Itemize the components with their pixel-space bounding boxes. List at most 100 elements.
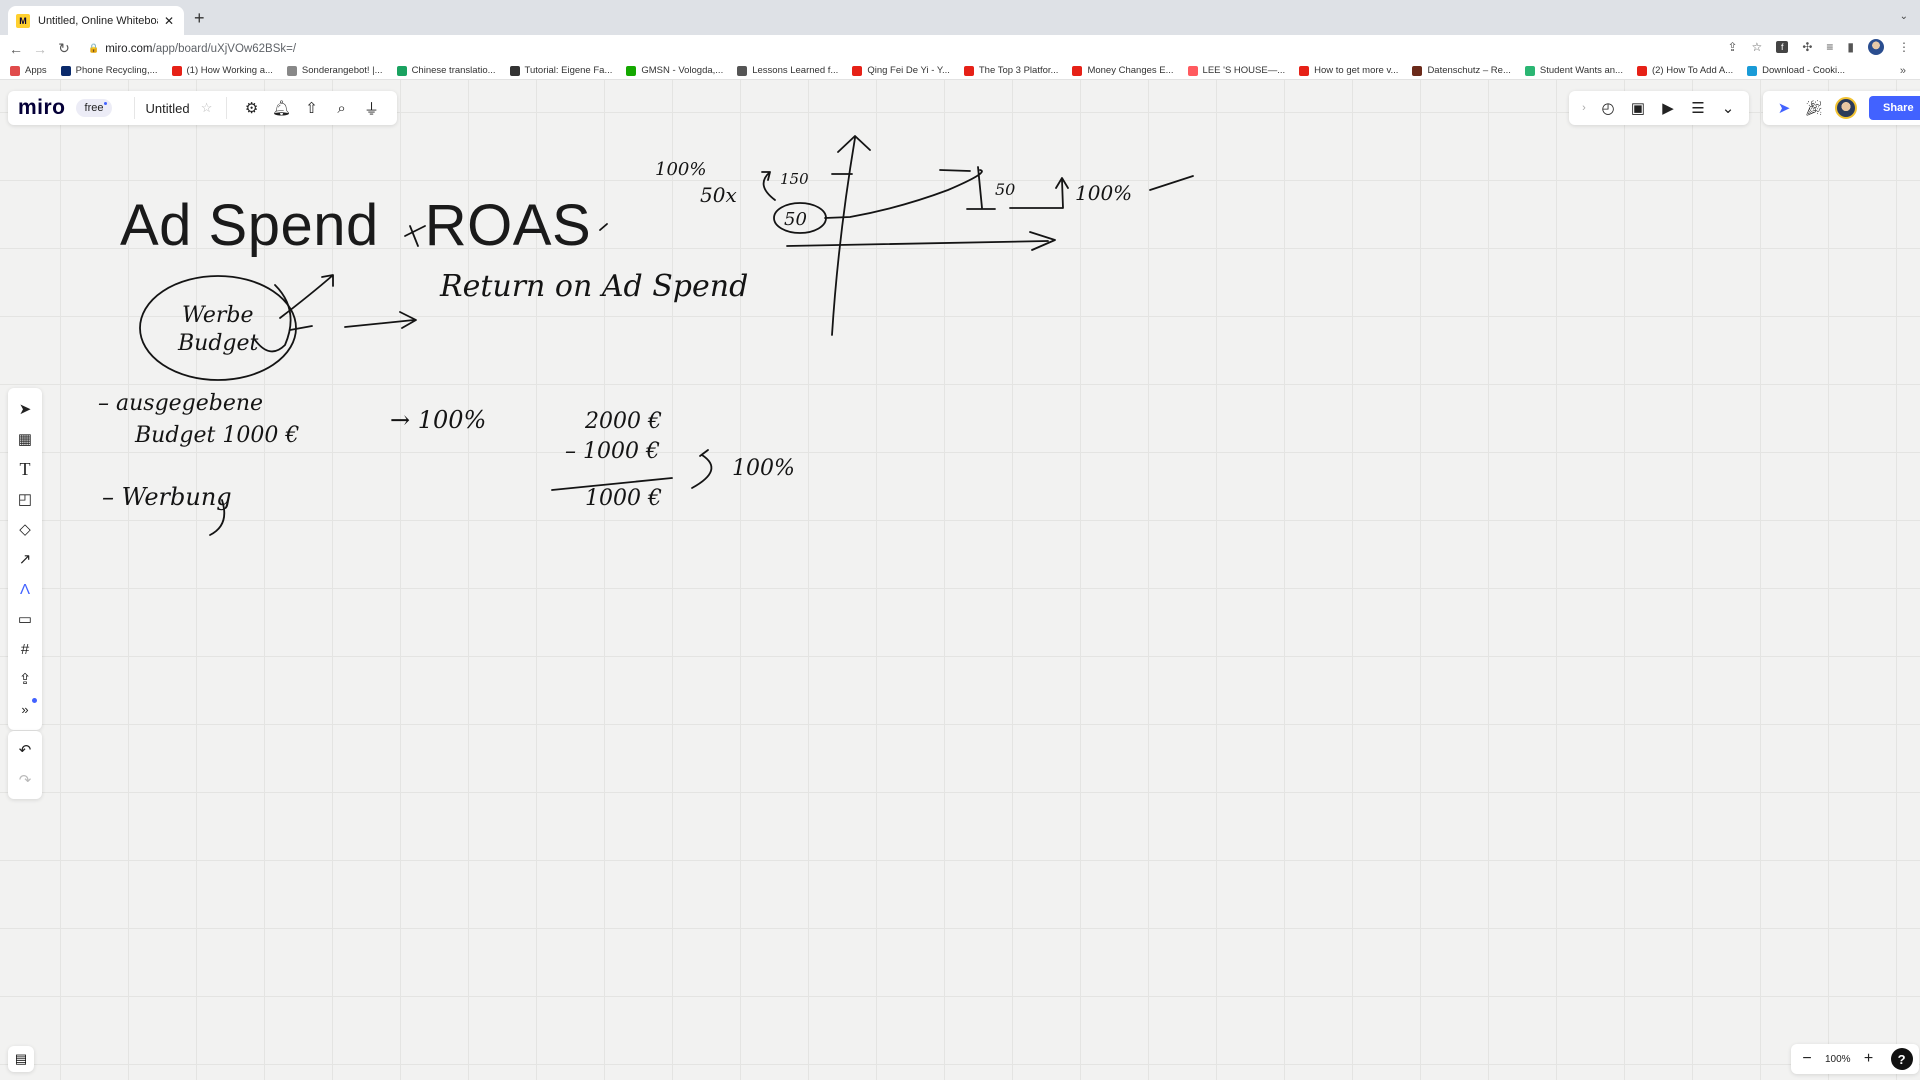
templates-icon[interactable]: ▦ bbox=[8, 424, 42, 454]
bookmark-item[interactable]: Apps bbox=[10, 65, 47, 76]
redo-icon[interactable]: ↷ bbox=[8, 765, 42, 795]
more-tools-chevron-icon[interactable]: ⌄ bbox=[1713, 99, 1743, 117]
frames-sidebar-toggle-icon[interactable]: ▤ bbox=[8, 1046, 34, 1072]
comment-icon[interactable]: ▭ bbox=[8, 604, 42, 634]
notification-dot bbox=[32, 698, 37, 703]
connection-line-arrow-icon[interactable]: ↗ bbox=[8, 544, 42, 574]
browser-tab-strip: M Untitled, Online Whiteboard for ✕ + ⌄ bbox=[0, 0, 1920, 35]
bookmark-item[interactable]: Sonderangebot! |... bbox=[286, 65, 383, 76]
up-icon bbox=[626, 65, 637, 76]
settings-gear-icon[interactable]: ⚙ bbox=[237, 99, 267, 117]
text-tool-icon[interactable]: T bbox=[8, 454, 42, 484]
star-icon[interactable]: ☆ bbox=[198, 100, 216, 116]
upload-icon[interactable]: ⇪ bbox=[8, 664, 42, 694]
bookmark-item[interactable]: How to get more v... bbox=[1299, 65, 1398, 76]
hash-icon bbox=[509, 65, 520, 76]
export-upload-icon[interactable]: ⇧ bbox=[297, 99, 327, 117]
undo-icon[interactable]: ↶ bbox=[8, 735, 42, 765]
frame-icon[interactable]: # bbox=[8, 634, 42, 664]
c-icon bbox=[1747, 65, 1758, 76]
close-tab-icon[interactable]: ✕ bbox=[162, 14, 176, 28]
notes-icon[interactable]: ☰ bbox=[1683, 99, 1713, 117]
bookmark-item[interactable]: Student Wants an... bbox=[1524, 65, 1623, 76]
share-page-icon[interactable]: ⇪ bbox=[1727, 40, 1737, 54]
profile-avatar[interactable] bbox=[1868, 39, 1884, 55]
bookmark-label: Student Wants an... bbox=[1539, 65, 1623, 76]
board-tools-panel: › ◴ ▣ ▶︎ ☰ ⌄ bbox=[1569, 91, 1749, 125]
browser-tab[interactable]: M Untitled, Online Whiteboard for ✕ bbox=[8, 6, 184, 35]
tab-search-chevron-icon[interactable]: ⌄ bbox=[1900, 11, 1908, 22]
extensions-puzzle-icon[interactable]: ✣ bbox=[1802, 40, 1812, 54]
side-panel-icon[interactable]: ▮ bbox=[1847, 40, 1854, 54]
bookmark-item[interactable]: Chinese translatio... bbox=[396, 65, 496, 76]
pen-tool-icon[interactable]: Λ bbox=[8, 574, 42, 604]
presentation-icon[interactable]: ▶︎ bbox=[1653, 99, 1683, 117]
bookmark-label: How to get more v... bbox=[1314, 65, 1399, 76]
bookmark-item[interactable]: Phone Recycling,... bbox=[60, 65, 158, 76]
bookmark-label: LEE 'S HOUSE—... bbox=[1202, 65, 1286, 76]
help-button[interactable]: ? bbox=[1890, 1048, 1913, 1070]
apps-grid-icon bbox=[10, 65, 20, 76]
sticky-note-icon[interactable]: ◰ bbox=[8, 484, 42, 514]
user-avatar[interactable] bbox=[1835, 97, 1857, 119]
bookmark-item[interactable]: Lessons Learned f... bbox=[737, 65, 838, 76]
miro-logo[interactable]: miro bbox=[18, 96, 66, 120]
share-button[interactable]: Share bbox=[1869, 96, 1920, 120]
zoom-controls: − 100% + ? bbox=[1791, 1044, 1919, 1074]
er-icon bbox=[737, 65, 748, 76]
bookmark-star-icon[interactable]: ☆ bbox=[1752, 40, 1763, 54]
facebook-extension-icon[interactable]: f bbox=[1776, 41, 1789, 53]
shapes-icon[interactable]: ◇ bbox=[8, 514, 42, 544]
tab-title: Untitled, Online Whiteboard for bbox=[38, 14, 158, 27]
notifications-bell-icon[interactable]: 🔔︎ bbox=[267, 99, 297, 117]
bookmark-item[interactable]: Qing Fei De Yi - Y... bbox=[852, 65, 950, 76]
back-button[interactable]: ← bbox=[4, 41, 28, 57]
bookmark-item[interactable]: GMSN - Vologda,... bbox=[626, 65, 723, 76]
bookmark-item[interactable]: Download - Cooki... bbox=[1747, 65, 1845, 76]
bookmark-label: Money Changes E... bbox=[1087, 65, 1174, 76]
reactions-party-icon[interactable]: 🎉︎ bbox=[1799, 99, 1829, 117]
bookmark-label: The Top 3 Platfor... bbox=[978, 65, 1059, 76]
new-tab-button[interactable]: + bbox=[194, 8, 205, 29]
undo-redo-panel: ↶ ↷ bbox=[8, 731, 42, 799]
bookmark-item[interactable]: The Top 3 Platfor... bbox=[963, 65, 1059, 76]
bookmark-label: Tutorial: Eigene Fa... bbox=[524, 65, 613, 76]
miro-favicon-icon: M bbox=[16, 13, 30, 28]
bookmark-label: GMSN - Vologda,... bbox=[641, 65, 724, 76]
expand-chevron-icon[interactable]: › bbox=[1575, 102, 1593, 114]
plan-badge[interactable]: free bbox=[75, 99, 113, 117]
bookmark-item[interactable]: Money Changes E... bbox=[1072, 65, 1174, 76]
creation-toolbar: ➤ ▦ T ◰ ◇ ↗ Λ ▭ # ⇪ » bbox=[8, 388, 42, 730]
card-embed-icon[interactable]: ▣ bbox=[1623, 99, 1653, 117]
youtube-icon bbox=[1636, 65, 1647, 76]
bookmark-item[interactable]: (2) How To Add A... bbox=[1636, 65, 1734, 76]
heading-ad-spend: Ad Spend bbox=[120, 193, 379, 258]
timer-icon[interactable]: ◴ bbox=[1593, 99, 1623, 117]
select-tool-cursor-icon[interactable]: ➤ bbox=[8, 394, 42, 424]
search-icon[interactable]: ⌕ bbox=[327, 100, 357, 117]
bookmarks-overflow-button[interactable]: » bbox=[1900, 65, 1906, 77]
integrations-plug-icon[interactable]: ⏚ bbox=[357, 98, 387, 119]
more-apps-chevrons-icon[interactable]: » bbox=[8, 694, 42, 724]
check-circle-icon bbox=[286, 65, 297, 76]
media-queue-icon[interactable]: ≡ bbox=[1826, 40, 1833, 54]
collaboration-panel: ➤ 🎉︎ Share bbox=[1763, 91, 1920, 125]
zoom-level[interactable]: 100% bbox=[1825, 1054, 1851, 1065]
bookmark-label: Chinese translatio... bbox=[411, 65, 496, 76]
zoom-in-button[interactable]: + bbox=[1859, 1050, 1879, 1068]
board-heading[interactable]: Ad Spend ROAS bbox=[120, 192, 591, 259]
address-bar[interactable]: 🔒 miro.com/app/board/uXjVOw62BSk=/ bbox=[88, 37, 1758, 60]
board-title[interactable]: Untitled bbox=[145, 101, 189, 116]
bookmark-label: (2) How To Add A... bbox=[1651, 65, 1734, 76]
reload-button[interactable]: ↻ bbox=[52, 40, 76, 57]
cursor-follow-icon[interactable]: ➤ bbox=[1769, 99, 1799, 117]
bookmark-item[interactable]: Tutorial: Eigene Fa... bbox=[509, 65, 613, 76]
bookmark-item[interactable]: Datenschutz – Re... bbox=[1412, 65, 1511, 76]
zoom-out-button[interactable]: − bbox=[1797, 1050, 1817, 1068]
bookmark-item[interactable]: (1) How Working a... bbox=[171, 65, 273, 76]
browser-menu-icon[interactable]: ⋮ bbox=[1898, 40, 1910, 54]
bookmark-item[interactable]: LEE 'S HOUSE—... bbox=[1187, 65, 1286, 76]
o2-icon bbox=[60, 65, 71, 76]
bookmark-label: Phone Recycling,... bbox=[75, 65, 158, 76]
forward-button[interactable]: → bbox=[28, 41, 52, 57]
